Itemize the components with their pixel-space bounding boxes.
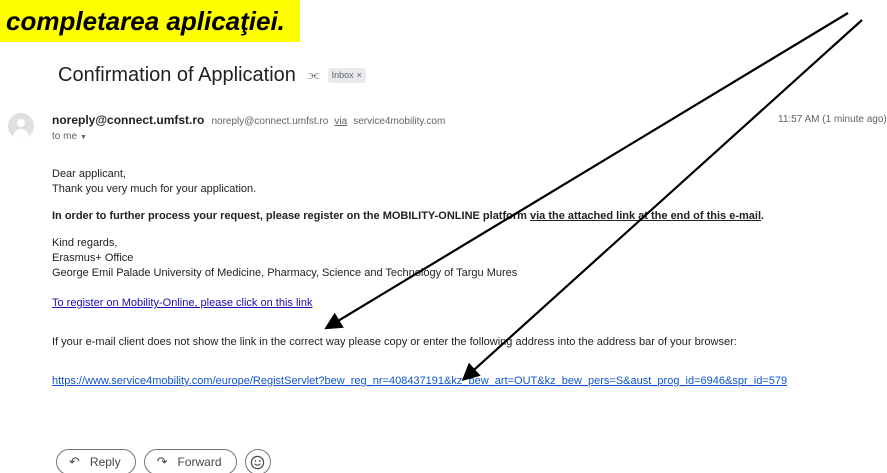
registration-url[interactable]: https://www.service4mobility.com/europe/…: [52, 375, 787, 387]
forward-button[interactable]: ↷ Forward: [143, 449, 237, 473]
chevron-down-icon: ▼: [80, 134, 87, 141]
sender-avatar: [8, 113, 34, 139]
instruction-main: In order to further process your request…: [52, 210, 530, 222]
avatar-head: [17, 119, 25, 127]
email-subject: Confirmation of Application: [58, 63, 296, 86]
reply-icon: ↶: [69, 454, 80, 469]
importance-marker-icon[interactable]: ⫘: [308, 67, 320, 83]
office-line: Erasmus+ Office: [52, 252, 134, 264]
sender-email: noreply@connect.umfst.ro: [211, 116, 329, 127]
emoji-reaction-button[interactable]: [244, 449, 271, 473]
avatar-body: [13, 129, 29, 139]
recipient-label: to me: [52, 131, 78, 142]
email-timestamp: 11:57 AM (1 minute ago): [778, 114, 887, 125]
sender-line: noreply@connect.umfst.ro noreply@connect…: [52, 113, 445, 127]
via-link[interactable]: via: [334, 116, 347, 127]
instruction-line: In order to further process your request…: [52, 210, 764, 222]
banner-text: completarea aplicaţiei.: [6, 6, 285, 36]
remove-label-icon[interactable]: ×: [357, 70, 362, 80]
instruction-link-text: via the attached link at the end of this…: [529, 210, 762, 222]
fallback-instructions: If your e-mail client does not show the …: [52, 336, 737, 348]
emoji-reaction-icon: [250, 455, 265, 469]
highlight-banner: completarea aplicaţiei.: [0, 0, 300, 42]
arrow-to-url: [461, 19, 863, 381]
subject-row: Confirmation of Application ⫘ Inbox ×: [58, 63, 366, 87]
action-bar: ↶ Reply ↷ Forward: [56, 449, 271, 473]
reply-label: Reply: [89, 455, 121, 469]
inbox-label-text: Inbox: [331, 70, 354, 80]
greeting: Dear applicant,: [52, 168, 126, 180]
sender-name[interactable]: noreply@connect.umfst.ro: [52, 113, 204, 127]
regards-line: Kind regards,: [52, 237, 118, 249]
recipient-dropdown[interactable]: to me ▼: [52, 131, 87, 142]
university-line: George Emil Palade University of Medicin…: [52, 267, 518, 279]
register-link[interactable]: To register on Mobility-Online, please c…: [52, 297, 312, 309]
arrow-to-register-link: [324, 12, 849, 330]
instruction-end: .: [761, 210, 765, 222]
forward-icon: ↷: [156, 454, 168, 469]
thanks-line: Thank you very much for your application…: [52, 183, 257, 195]
via-domain: service4mobility.com: [353, 116, 446, 127]
inbox-label-chip[interactable]: Inbox ×: [327, 67, 366, 83]
forward-label: Forward: [177, 455, 222, 469]
reply-button[interactable]: ↶ Reply: [56, 449, 136, 473]
